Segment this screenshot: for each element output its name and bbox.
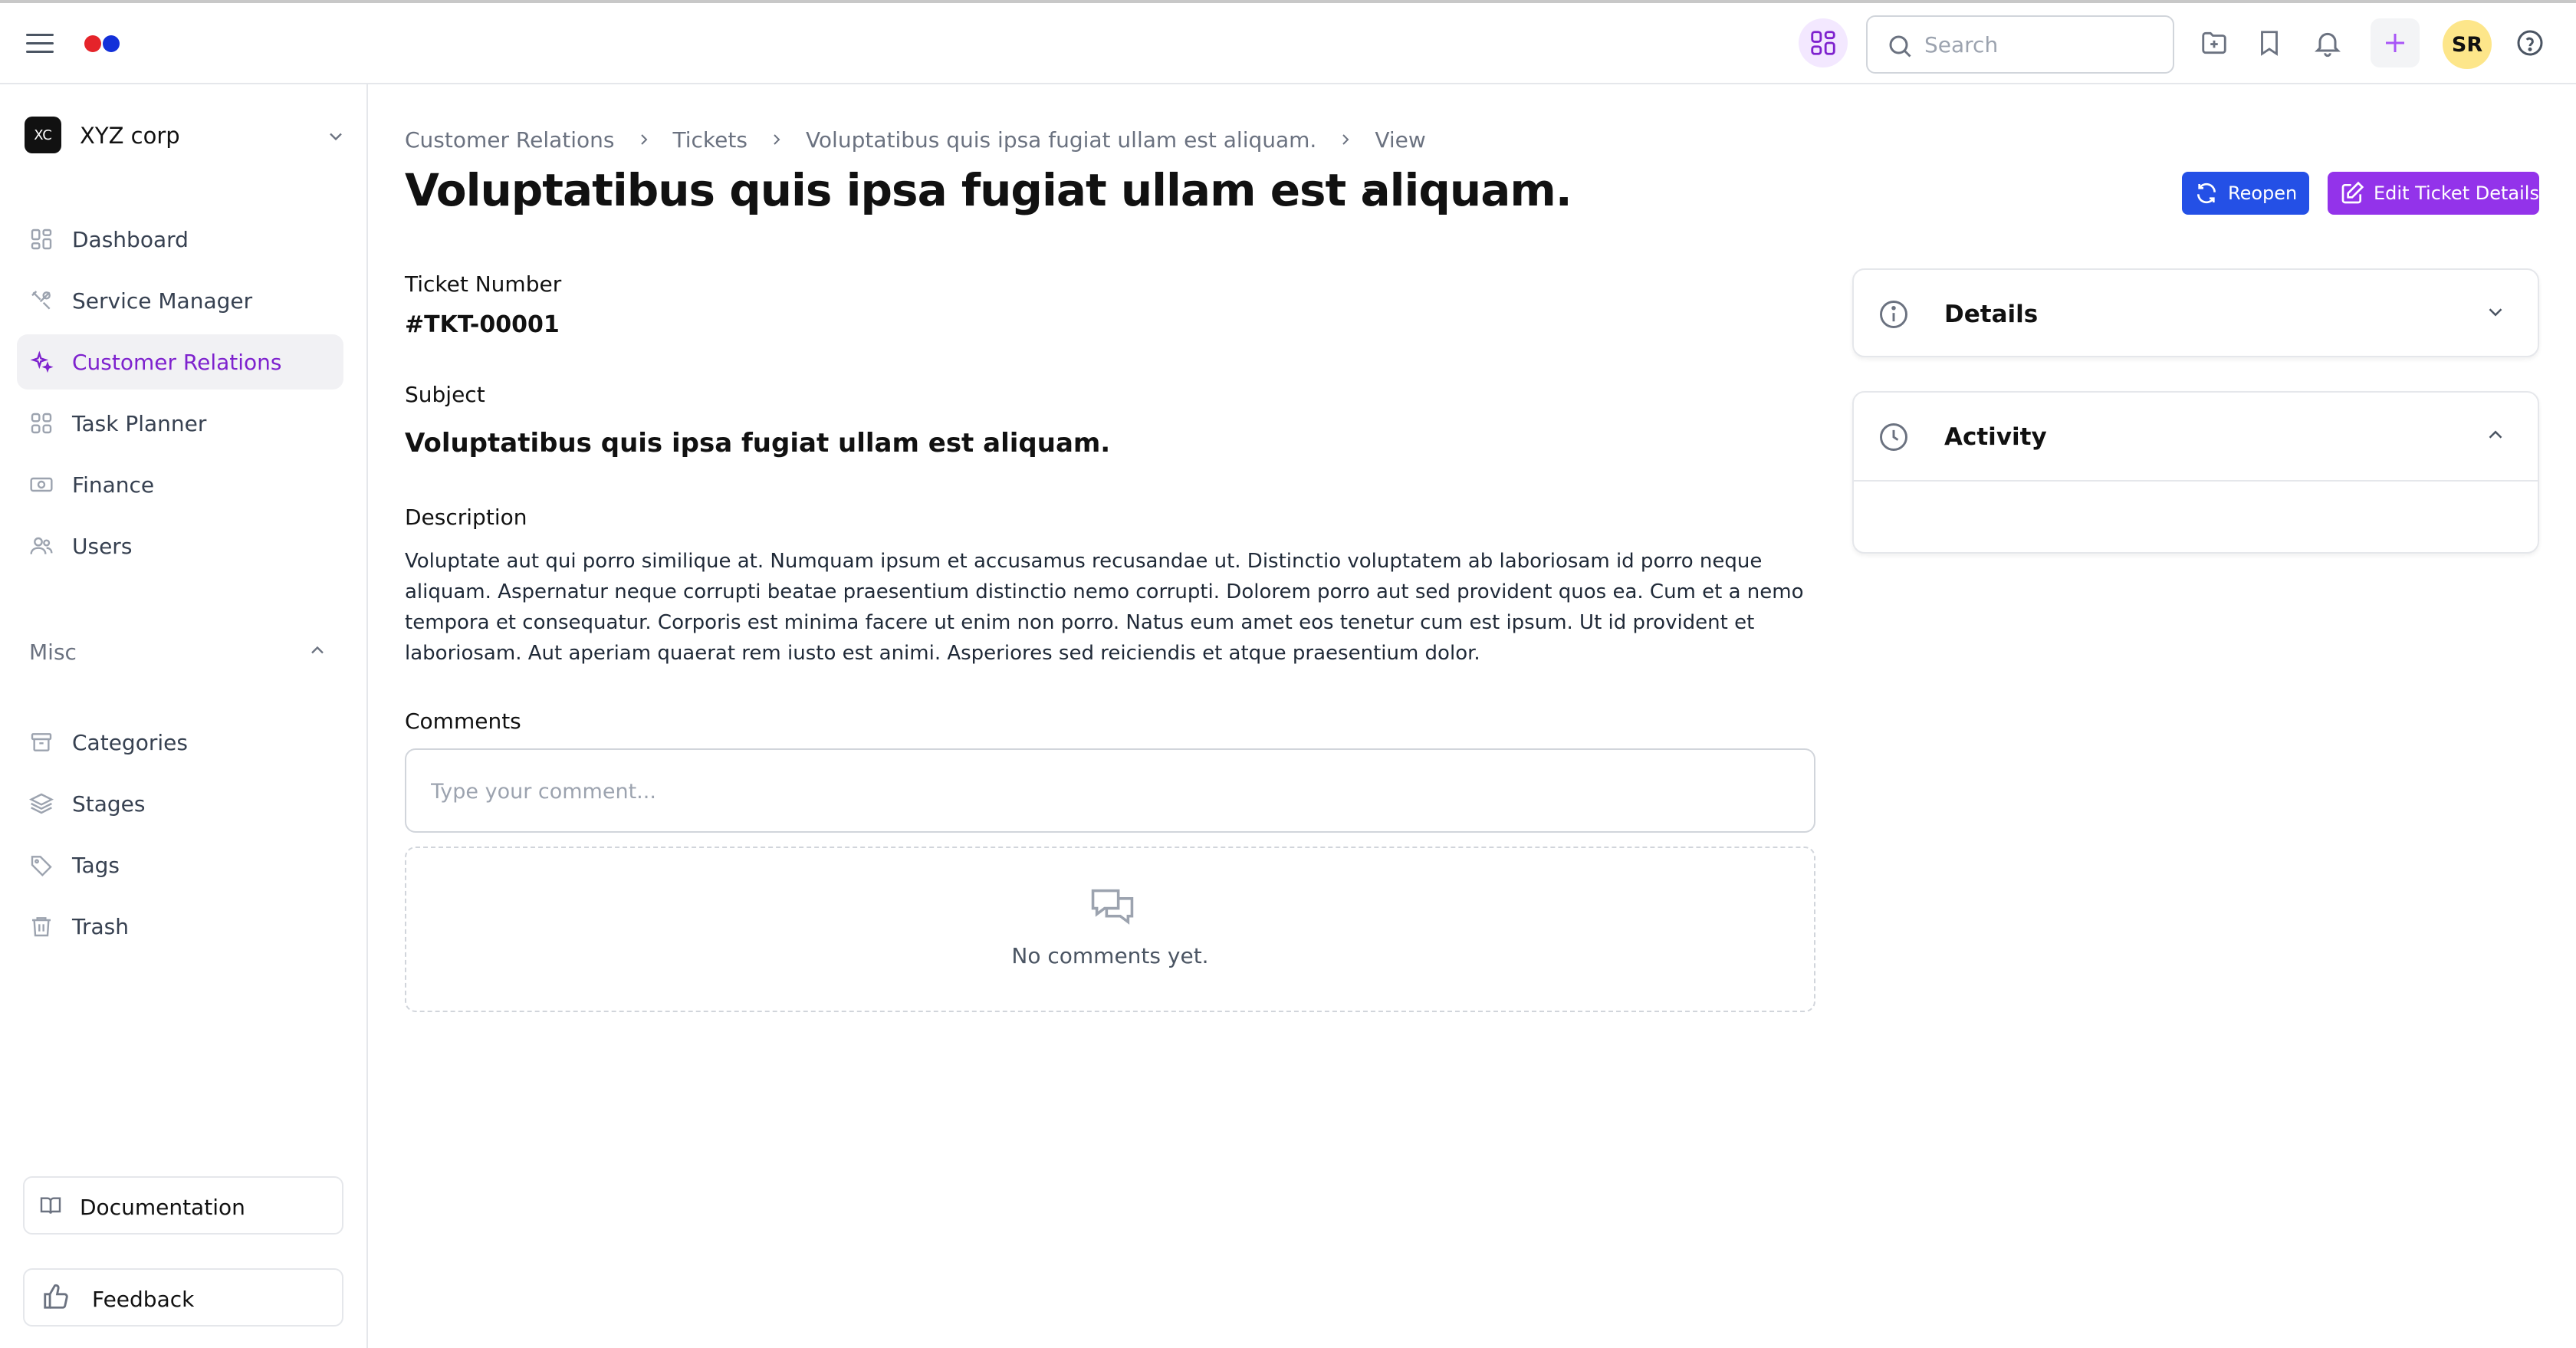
apps-grid-icon[interactable] <box>1799 18 1848 67</box>
comments-label: Comments <box>405 709 521 734</box>
folder-plus-icon[interactable] <box>2190 18 2239 67</box>
sidebar-item-tags[interactable]: Tags <box>17 837 343 893</box>
hamburger-icon[interactable] <box>26 32 54 55</box>
chevron-right-icon <box>635 130 653 149</box>
documentation-label: Documentation <box>80 1195 245 1220</box>
sidebar-item-service-manager[interactable]: Service Manager <box>17 273 343 328</box>
reopen-button[interactable]: Reopen <box>2182 172 2309 215</box>
app-window: SR XC XYZ corp Dashboard Serv <box>0 0 2576 1348</box>
search-field[interactable] <box>1866 15 2174 74</box>
sidebar-item-label: Dashboard <box>72 227 189 252</box>
misc-section-toggle[interactable]: Misc <box>29 636 328 667</box>
sidebar-item-label: Finance <box>72 472 155 498</box>
sidebar-item-customer-relations[interactable]: Customer Relations <box>17 334 343 390</box>
breadcrumb-item[interactable]: Customer Relations <box>405 127 615 153</box>
sidebar-item-label: Tags <box>72 853 120 878</box>
comment-field[interactable] <box>405 748 1815 833</box>
documentation-button[interactable]: Documentation <box>23 1176 343 1235</box>
activity-divider <box>1854 480 2538 482</box>
edit-ticket-button[interactable]: Edit Ticket Details <box>2328 172 2539 215</box>
subject-label: Subject <box>405 382 485 407</box>
reopen-label: Reopen <box>2228 182 2298 204</box>
main-content: Customer Relations Tickets Voluptatibus … <box>368 84 2576 1348</box>
thumbs-up-icon <box>44 1284 68 1309</box>
chevron-right-icon <box>1336 130 1355 149</box>
sidebar-item-trash[interactable]: Trash <box>17 899 343 954</box>
sidebar-item-label: Customer Relations <box>72 350 282 375</box>
archive-icon <box>31 733 52 751</box>
sidebar-item-label: Categories <box>72 730 188 755</box>
misc-section-label: Misc <box>29 639 77 665</box>
book-icon <box>40 1197 61 1214</box>
feedback-button[interactable]: Feedback <box>23 1268 343 1327</box>
search-icon <box>1889 35 1911 58</box>
dashboard-icon <box>31 229 52 250</box>
tag-icon <box>31 856 52 877</box>
caret-down-icon[interactable] <box>1363 187 1380 198</box>
edit-ticket-label: Edit Ticket Details <box>2374 182 2539 204</box>
sidebar-item-label: Service Manager <box>72 288 253 314</box>
sidebar-item-label: Trash <box>72 914 129 939</box>
org-switcher[interactable]: XC XYZ corp <box>25 112 347 158</box>
comments-empty-state: No comments yet. <box>405 847 1815 1012</box>
cash-icon <box>30 477 53 492</box>
feedback-label: Feedback <box>92 1287 195 1312</box>
activity-title: Activity <box>1944 423 2047 451</box>
org-badge: XC <box>25 117 61 153</box>
sidebar-item-finance[interactable]: Finance <box>17 457 343 512</box>
search-input[interactable] <box>1924 28 2154 61</box>
chevron-down-icon <box>330 133 342 141</box>
sidebar-item-label: Stages <box>72 791 146 817</box>
activity-card: Activity <box>1852 391 2539 554</box>
sidebar-item-dashboard[interactable]: Dashboard <box>17 212 343 267</box>
breadcrumb-item: View <box>1375 127 1426 153</box>
chevron-up-icon[interactable] <box>2484 423 2507 446</box>
page-title: Voluptatibus quis ipsa fugiat ullam est … <box>405 164 1572 216</box>
plus-icon[interactable] <box>2371 18 2420 67</box>
ticket-number-label: Ticket Number <box>405 271 562 297</box>
ticket-description: Voluptate aut qui porro similique at. Nu… <box>405 550 1804 665</box>
trash-icon <box>32 917 51 937</box>
refresh-icon <box>2194 181 2219 205</box>
comment-input[interactable] <box>431 774 1780 808</box>
details-title: Details <box>1944 301 2039 328</box>
avatar[interactable]: SR <box>2443 20 2492 69</box>
grid-icon <box>31 413 52 434</box>
chat-bubbles-icon <box>1091 889 1134 925</box>
info-icon <box>1880 301 1907 328</box>
tools-icon <box>31 291 51 310</box>
chevron-right-icon <box>767 130 786 149</box>
sparkles-icon <box>30 350 54 373</box>
sidebar-item-label: Users <box>72 534 133 559</box>
edit-icon <box>2340 181 2364 205</box>
sidebar-item-label: Task Planner <box>72 411 207 436</box>
logo-icon[interactable] <box>84 35 123 52</box>
bookmark-icon[interactable] <box>2245 18 2294 67</box>
sidebar-item-stages[interactable]: Stages <box>17 776 343 831</box>
help-icon[interactable] <box>2505 18 2555 67</box>
sidebar: XC XYZ corp Dashboard Service Manager Cu… <box>0 84 368 1348</box>
users-icon <box>30 537 53 554</box>
ticket-subject: Voluptatibus quis ipsa fugiat ullam est … <box>405 428 1111 459</box>
sidebar-item-users[interactable]: Users <box>17 518 343 574</box>
details-card[interactable]: Details <box>1852 268 2539 357</box>
chevron-down-icon[interactable] <box>2484 301 2507 324</box>
layers-icon <box>29 793 54 814</box>
no-comments-text: No comments yet. <box>1011 943 1209 968</box>
org-name: XYZ corp <box>80 123 180 149</box>
breadcrumb-item[interactable]: Voluptatibus quis ipsa fugiat ullam est … <box>806 127 1316 153</box>
description-label: Description <box>405 505 527 530</box>
sidebar-item-task-planner[interactable]: Task Planner <box>17 396 343 451</box>
sidebar-item-categories[interactable]: Categories <box>17 715 343 770</box>
clock-icon <box>1880 423 1907 451</box>
top-bar: SR <box>0 3 2576 84</box>
breadcrumb-item[interactable]: Tickets <box>673 127 748 153</box>
chevron-up-icon <box>311 646 324 654</box>
breadcrumb: Customer Relations Tickets Voluptatibus … <box>405 124 1426 155</box>
bell-icon[interactable] <box>2303 18 2352 67</box>
ticket-number: #TKT-00001 <box>405 311 560 338</box>
